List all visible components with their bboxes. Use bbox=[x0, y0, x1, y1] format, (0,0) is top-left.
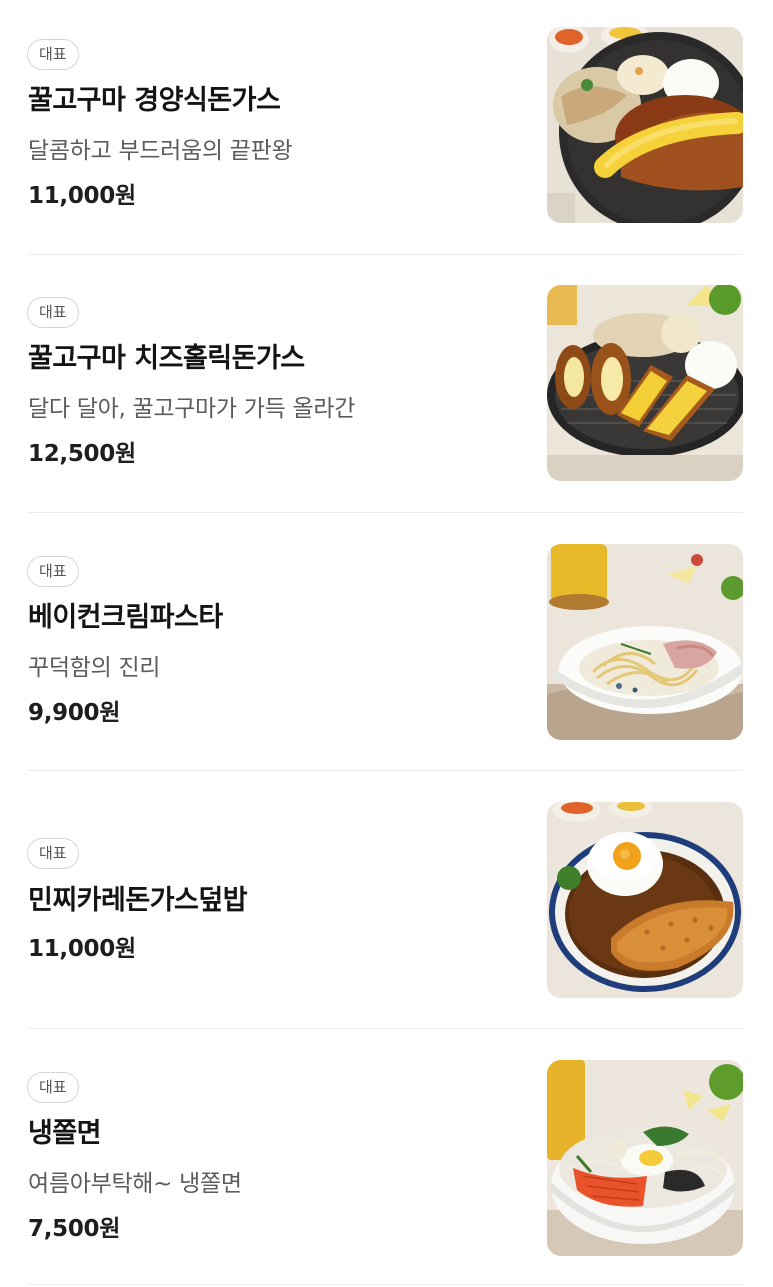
menu-item[interactable]: 대표 꿀고구마 치즈홀릭돈가스 달다 달아, 꿀고구마가 가득 올라간 12,5… bbox=[27, 285, 743, 481]
menu-price: 11,000원 bbox=[28, 936, 136, 962]
signature-badge: 대표 bbox=[27, 556, 79, 587]
menu-price: 11,000원 bbox=[28, 183, 136, 209]
divider bbox=[27, 1028, 743, 1029]
menu-name: 민찌카레돈가스덮밥 bbox=[28, 885, 248, 916]
menu-name: 냉쫄면 bbox=[28, 1118, 102, 1149]
menu-description: 여름아부탁해~ 냉쫄면 bbox=[28, 1171, 242, 1197]
menu-price: 9,900원 bbox=[28, 700, 121, 726]
menu-list: 대표 꿀고구마 경양식돈가스 달콤하고 부드러움의 끝판왕 11,000원 대표… bbox=[0, 0, 773, 1287]
cold-noodle-bowl-image[interactable] bbox=[547, 1060, 743, 1256]
menu-item[interactable]: 대표 민찌카레돈가스덮밥 11,000원 bbox=[27, 802, 743, 998]
divider bbox=[27, 512, 743, 513]
menu-name: 베이컨크림파스타 bbox=[28, 602, 223, 633]
menu-name: 꿀고구마 치즈홀릭돈가스 bbox=[28, 343, 305, 374]
divider bbox=[27, 770, 743, 771]
menu-item[interactable]: 대표 꿀고구마 경양식돈가스 달콤하고 부드러움의 끝판왕 11,000원 bbox=[27, 27, 743, 223]
signature-badge: 대표 bbox=[27, 297, 79, 328]
signature-badge: 대표 bbox=[27, 838, 79, 869]
menu-item[interactable]: 대표 베이컨크림파스타 꾸덕함의 진리 9,900원 bbox=[27, 544, 743, 740]
pork-cutlet-plate-image[interactable] bbox=[547, 27, 743, 223]
divider bbox=[27, 254, 743, 255]
curry-cutlet-rice-image[interactable] bbox=[547, 802, 743, 998]
menu-description: 꾸덕함의 진리 bbox=[28, 655, 161, 681]
menu-description: 달다 달아, 꿀고구마가 가득 올라간 bbox=[28, 396, 356, 422]
cheese-cutlet-grill-image[interactable] bbox=[547, 285, 743, 481]
menu-name: 꿀고구마 경양식돈가스 bbox=[28, 85, 281, 116]
menu-price: 7,500원 bbox=[28, 1216, 121, 1242]
divider bbox=[27, 1284, 743, 1285]
menu-item[interactable]: 대표 냉쫄면 여름아부탁해~ 냉쫄면 7,500원 bbox=[27, 1060, 743, 1256]
cream-pasta-bowl-image[interactable] bbox=[547, 544, 743, 740]
menu-price: 12,500원 bbox=[28, 441, 136, 467]
signature-badge: 대표 bbox=[27, 39, 79, 70]
signature-badge: 대표 bbox=[27, 1072, 79, 1103]
menu-description: 달콤하고 부드러움의 끝판왕 bbox=[28, 138, 293, 164]
